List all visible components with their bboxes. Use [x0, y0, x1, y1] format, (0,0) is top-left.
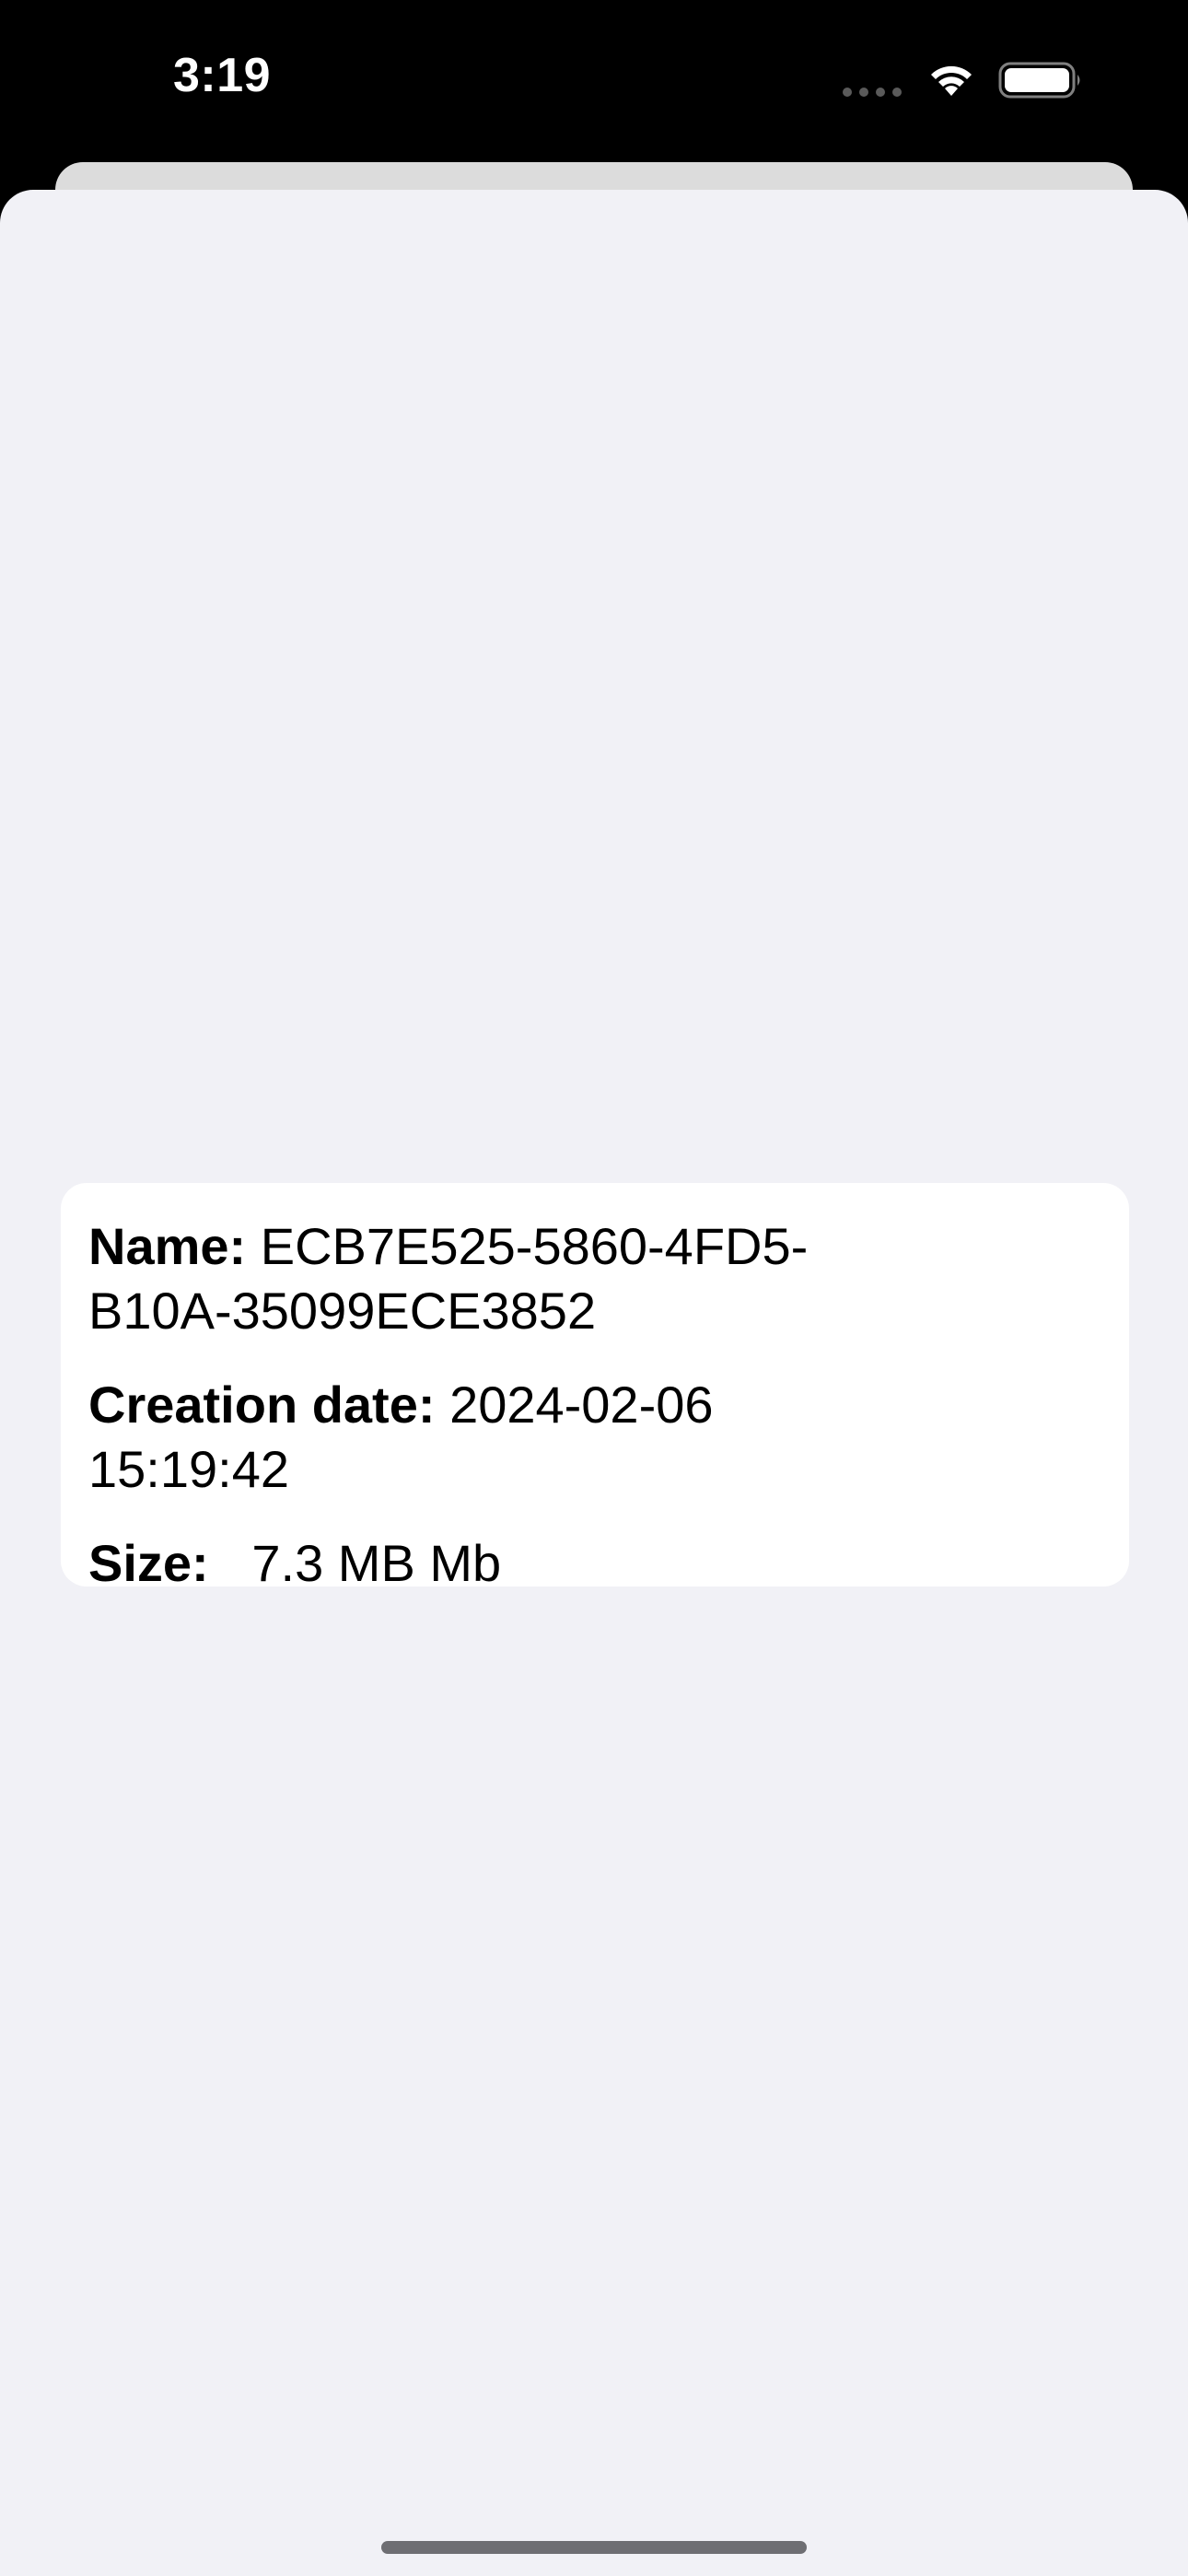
cellular-signal-icon [843, 88, 902, 97]
file-info-card: Name: ECB7E525-5860-4FD5-B10A-35099ECE38… [61, 1183, 1129, 1592]
creation-date-row: Creation date: 2024-02-06 15:19:42 [88, 1373, 917, 1502]
file-size-label: Size: [88, 1534, 209, 1592]
status-bar: 3:19 [0, 0, 1188, 166]
home-indicator[interactable] [381, 2541, 807, 2554]
status-time: 3:19 [173, 49, 272, 102]
wifi-icon [931, 65, 972, 96]
file-size-value: 7.3 MB Mb [223, 1534, 502, 1592]
creation-date-label: Creation date: [88, 1376, 436, 1434]
file-size-row: Size: 7.3 MB Mb [88, 1531, 917, 1596]
file-name-row: Name: ECB7E525-5860-4FD5-B10A-35099ECE38… [88, 1214, 917, 1343]
battery-icon [998, 62, 1080, 99]
file-name-label: Name: [88, 1217, 247, 1275]
